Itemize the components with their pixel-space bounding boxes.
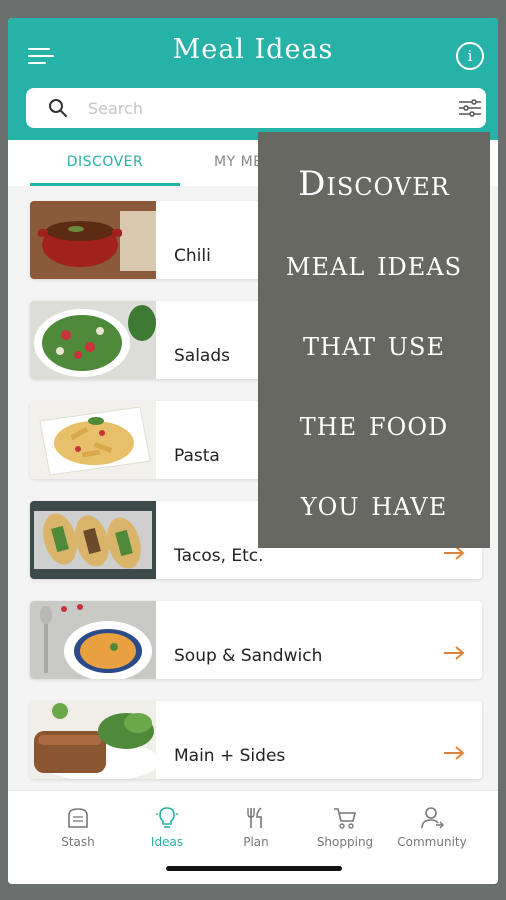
meal-image: [30, 301, 156, 379]
nav-stash[interactable]: Stash: [34, 805, 122, 849]
nav-label: Stash: [61, 835, 95, 849]
meal-image: [30, 701, 156, 779]
search-input[interactable]: [88, 96, 388, 120]
tab-discover[interactable]: DISCOVER: [30, 154, 180, 170]
cart-icon: [334, 808, 357, 829]
app-screen: Meal Ideas i DISCOVER M: [8, 18, 498, 884]
nav-label: Community: [397, 835, 467, 849]
app-header: Meal Ideas i: [8, 18, 498, 140]
arrow-right-icon: [444, 746, 465, 760]
meal-image: [30, 401, 156, 479]
info-icon[interactable]: i: [456, 42, 484, 70]
promo-text-line: you have: [300, 484, 448, 524]
device-frame: Meal Ideas i DISCOVER M: [0, 0, 506, 900]
utensils-icon: [247, 807, 262, 828]
active-tab-indicator: [30, 183, 180, 186]
meal-label: Main + Sides: [174, 746, 286, 766]
nav-shopping[interactable]: Shopping: [301, 805, 389, 849]
meal-image: [30, 201, 156, 279]
meal-card-soup-sandwich[interactable]: Soup & Sandwich: [30, 601, 482, 679]
nav-ideas[interactable]: Ideas: [123, 805, 211, 849]
meal-card-main-sides[interactable]: Main + Sides: [30, 701, 482, 779]
nav-label: Ideas: [150, 835, 184, 849]
home-indicator: [166, 866, 342, 871]
promo-text-line: meal ideas: [285, 244, 463, 284]
meal-image: [30, 601, 156, 679]
lightbulb-icon: [156, 807, 178, 828]
page-title: Meal Ideas: [172, 34, 334, 65]
toast-icon: [68, 808, 88, 828]
arrow-right-icon: [444, 646, 465, 660]
meal-label: Chili: [174, 246, 211, 266]
community-icon: [421, 807, 444, 829]
meal-label: Pasta: [174, 446, 220, 466]
search-bar: [26, 88, 486, 128]
meal-label: Salads: [174, 346, 230, 366]
meal-label: Tacos, Etc.: [174, 546, 264, 566]
nav-label: Shopping: [316, 835, 374, 849]
nav-plan[interactable]: Plan: [212, 805, 300, 849]
promo-text-line: Discover: [298, 164, 450, 204]
nav-label: Plan: [243, 835, 269, 849]
search-icon: [49, 99, 67, 117]
meal-image: [30, 501, 156, 579]
promo-text-line: that use: [303, 324, 445, 364]
promo-overlay: Discover meal ideas that use the food yo…: [258, 132, 490, 548]
filter-icon[interactable]: [458, 99, 482, 117]
promo-text-line: the food: [299, 404, 449, 444]
nav-community[interactable]: Community: [388, 805, 476, 849]
meal-label: Soup & Sandwich: [174, 646, 323, 666]
